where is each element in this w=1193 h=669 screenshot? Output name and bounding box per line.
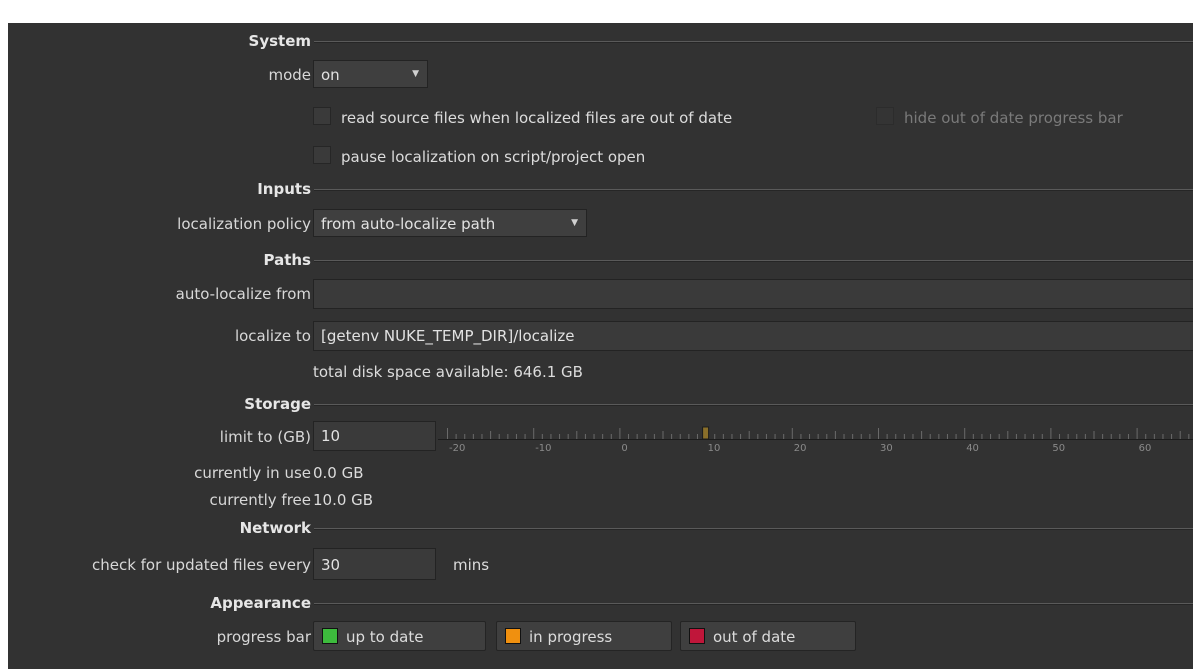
in-progress-color-button[interactable]: in progress — [496, 621, 672, 651]
section-divider — [314, 404, 1193, 406]
out-of-date-color-button[interactable]: out of date — [680, 621, 856, 651]
section-title-system: System — [248, 32, 311, 50]
slider-tick-label: 60 — [1139, 443, 1152, 454]
section-network: Network — [8, 513, 1193, 541]
localize-to-input[interactable]: [getenv NUKE_TEMP_DIR]/localize — [313, 321, 1193, 351]
disk-space-text: total disk space available: 646.1 GB — [313, 363, 583, 381]
section-paths: Paths — [8, 245, 1193, 273]
mode-value: on — [321, 66, 340, 84]
limit-input[interactable]: 10 — [313, 421, 436, 451]
out-of-date-label: out of date — [713, 628, 796, 646]
check-interval-unit: mins — [453, 556, 490, 574]
free-label: currently free — [209, 491, 312, 509]
mode-row: mode on ▼ — [8, 60, 1193, 88]
pause-label: pause localization on script/project ope… — [341, 148, 646, 166]
section-title-network: Network — [239, 519, 311, 537]
auto-localize-from-input[interactable] — [313, 279, 1193, 309]
slider-tick-label: 40 — [966, 443, 979, 454]
auto-localize-from-label: auto-localize from — [175, 285, 311, 303]
section-divider — [314, 189, 1193, 191]
check-updated-label: check for updated files every — [91, 556, 311, 574]
section-divider — [314, 603, 1193, 605]
section-inputs: Inputs — [8, 174, 1193, 202]
section-title-inputs: Inputs — [257, 180, 311, 198]
read-source-label: read source files when localized files a… — [341, 109, 733, 127]
section-title-paths: Paths — [263, 251, 312, 269]
in-use-row: currently in use 0.0 GB — [8, 458, 1193, 486]
pause-checkbox[interactable] — [313, 146, 331, 164]
slider-tick-label: 0 — [621, 443, 627, 454]
color-swatch — [322, 628, 338, 644]
section-title-storage: Storage — [244, 395, 311, 413]
limit-label: limit to (GB) — [219, 428, 311, 446]
section-divider — [314, 528, 1193, 530]
pause-row: pause localization on script/project ope… — [8, 142, 1193, 170]
section-storage: Storage — [8, 389, 1193, 417]
section-divider — [314, 260, 1193, 262]
section-system: System — [8, 26, 1193, 54]
slider-track[interactable]: -20 -10 0 10 20 30 40 50 60 — [438, 420, 1193, 454]
policy-label: localization policy — [177, 215, 311, 233]
localize-to-row: localize to [getenv NUKE_TEMP_DIR]/local… — [8, 321, 1193, 351]
hide-progress-checkbox[interactable] — [876, 107, 894, 125]
chevron-down-icon: ▼ — [412, 69, 419, 79]
section-appearance: Appearance — [8, 588, 1193, 616]
up-to-date-label: up to date — [346, 628, 424, 646]
disk-space-row: total disk space available: 646.1 GB — [8, 357, 1193, 385]
slider-tick-label: 10 — [708, 443, 721, 454]
network-row: check for updated files every 30 mins — [8, 548, 1193, 580]
read-source-row: read source files when localized files a… — [8, 103, 1193, 131]
check-interval-input[interactable]: 30 — [313, 548, 436, 580]
slider-tick-label: 30 — [880, 443, 893, 454]
read-source-checkbox[interactable] — [313, 107, 331, 125]
section-title-appearance: Appearance — [210, 594, 311, 612]
free-value: 10.0 GB — [313, 491, 374, 509]
slider-tick-label: -20 — [449, 443, 465, 454]
mode-label: mode — [268, 66, 311, 84]
in-use-value: 0.0 GB — [313, 464, 364, 482]
section-divider — [314, 41, 1193, 43]
in-use-label: currently in use — [194, 464, 311, 482]
limit-slider[interactable]: -20 -10 0 10 20 30 40 50 60 — [438, 420, 1193, 454]
policy-value: from auto-localize path — [321, 215, 496, 233]
localize-to-label: localize to — [234, 327, 311, 345]
chevron-down-icon: ▼ — [571, 218, 578, 228]
hide-progress-label: hide out of date progress bar — [904, 109, 1123, 127]
slider-tick-label: 50 — [1052, 443, 1065, 454]
progress-bar-label: progress bar — [216, 628, 311, 646]
mode-dropdown[interactable]: on ▼ — [313, 60, 428, 88]
free-row: currently free 10.0 GB — [8, 485, 1193, 513]
policy-row: localization policy from auto-localize p… — [8, 209, 1193, 237]
localization-preferences-panel: System mode on ▼ read source files when … — [8, 23, 1193, 669]
auto-localize-from-row: auto-localize from — [8, 279, 1193, 309]
limit-row: limit to (GB) 10 -20 -10 0 10 20 30 40 50 60 — [8, 420, 1193, 454]
in-progress-label: in progress — [529, 628, 613, 646]
color-swatch — [505, 628, 521, 644]
color-swatch — [689, 628, 705, 644]
policy-dropdown[interactable]: from auto-localize path ▼ — [313, 209, 587, 237]
slider-tick-label: 20 — [794, 443, 807, 454]
up-to-date-color-button[interactable]: up to date — [313, 621, 486, 651]
progress-bar-row: progress bar up to date in progress out … — [8, 621, 1193, 653]
slider-handle[interactable] — [702, 426, 710, 440]
slider-tick-label: -10 — [535, 443, 551, 454]
